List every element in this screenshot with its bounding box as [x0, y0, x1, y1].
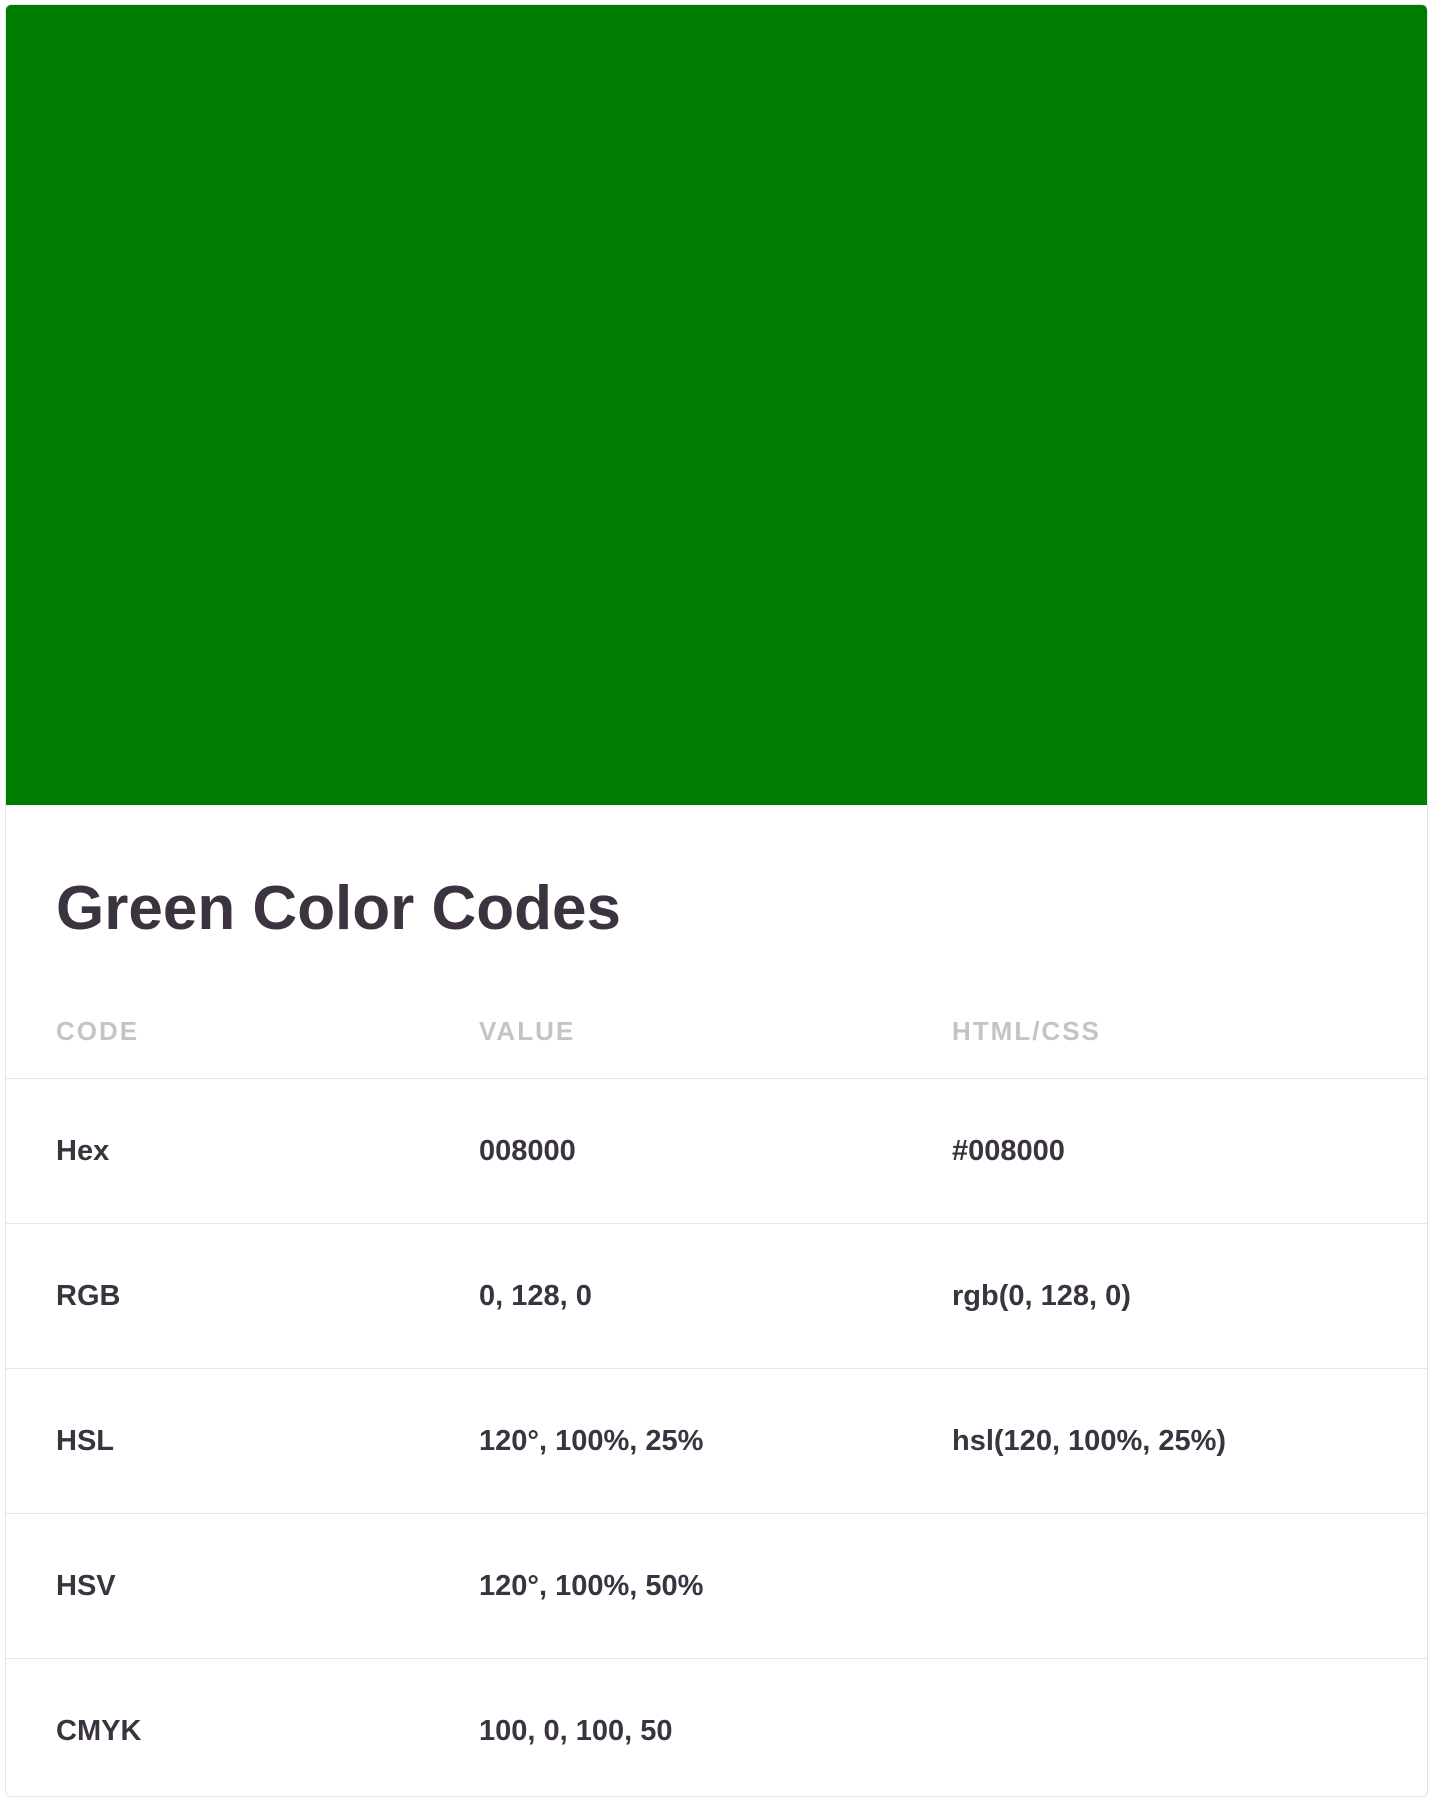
column-header-code: CODE	[6, 985, 479, 1079]
table-header-row: CODE VALUE HTML/CSS	[6, 985, 1427, 1079]
color-card: Green Color Codes CODE VALUE HTML/CSS He…	[5, 4, 1428, 1797]
page-title: Green Color Codes	[56, 871, 621, 947]
table-row: HSL 120°, 100%, 25% hsl(120, 100%, 25%)	[6, 1369, 1427, 1514]
value-cell: 120°, 100%, 50%	[479, 1514, 952, 1659]
color-codes-table: CODE VALUE HTML/CSS Hex 008000 #008000 R…	[6, 985, 1427, 1797]
css-cell: rgb(0, 128, 0)	[952, 1224, 1427, 1369]
value-cell: 100, 0, 100, 50	[479, 1659, 952, 1797]
code-cell: HSL	[6, 1369, 479, 1514]
css-cell	[952, 1514, 1427, 1659]
color-swatch	[6, 5, 1427, 805]
code-cell: RGB	[6, 1224, 479, 1369]
css-cell	[952, 1659, 1427, 1797]
value-cell: 008000	[479, 1079, 952, 1224]
column-header-html-css: HTML/CSS	[952, 985, 1427, 1079]
column-header-value: VALUE	[479, 985, 952, 1079]
css-cell: #008000	[952, 1079, 1427, 1224]
code-cell: HSV	[6, 1514, 479, 1659]
value-cell: 0, 128, 0	[479, 1224, 952, 1369]
value-cell: 120°, 100%, 25%	[479, 1369, 952, 1514]
code-cell: Hex	[6, 1079, 479, 1224]
table-row: HSV 120°, 100%, 50%	[6, 1514, 1427, 1659]
css-cell: hsl(120, 100%, 25%)	[952, 1369, 1427, 1514]
table-row: Hex 008000 #008000	[6, 1079, 1427, 1224]
code-cell: CMYK	[6, 1659, 479, 1797]
table-row: RGB 0, 128, 0 rgb(0, 128, 0)	[6, 1224, 1427, 1369]
table-row: CMYK 100, 0, 100, 50	[6, 1659, 1427, 1797]
